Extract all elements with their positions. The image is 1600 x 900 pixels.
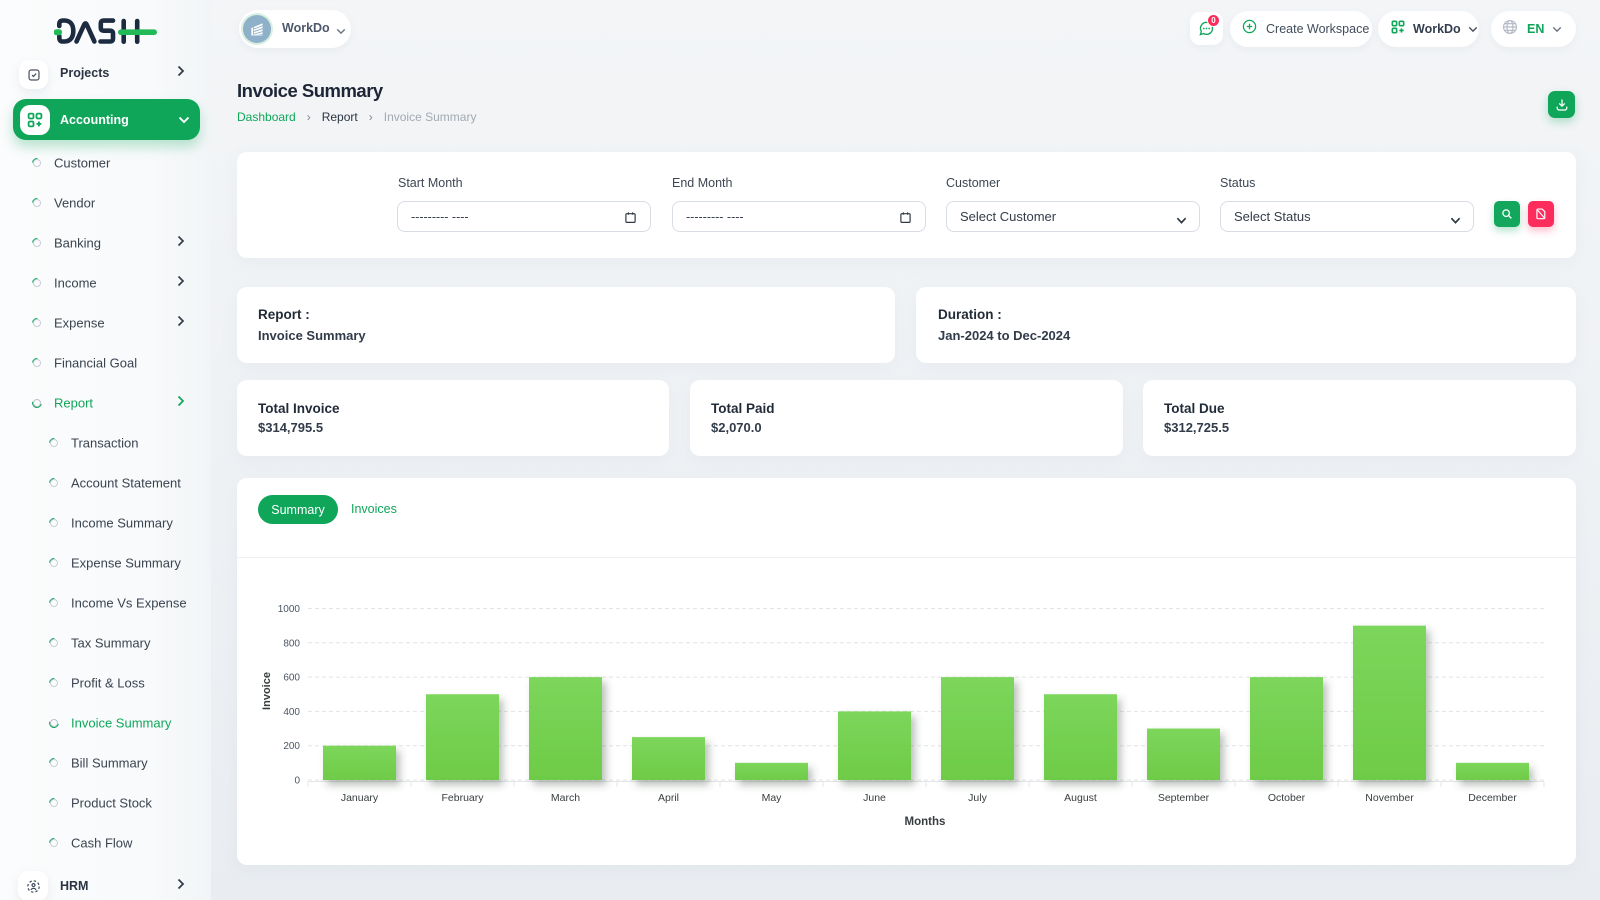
svg-text:May: May bbox=[762, 792, 783, 804]
svg-text:800: 800 bbox=[283, 638, 300, 649]
svg-text:July: July bbox=[968, 792, 987, 804]
svg-text:January: January bbox=[341, 792, 379, 804]
svg-text:200: 200 bbox=[283, 741, 300, 752]
svg-text:November: November bbox=[1365, 792, 1414, 804]
svg-text:June: June bbox=[863, 792, 886, 804]
svg-text:Months: Months bbox=[905, 816, 946, 828]
svg-text:0: 0 bbox=[294, 776, 300, 787]
svg-text:600: 600 bbox=[283, 673, 300, 684]
svg-text:September: September bbox=[1158, 792, 1210, 804]
svg-text:1000: 1000 bbox=[278, 604, 301, 615]
svg-text:Invoice: Invoice bbox=[261, 672, 273, 710]
svg-text:December: December bbox=[1468, 792, 1517, 804]
svg-text:April: April bbox=[658, 792, 679, 804]
svg-text:March: March bbox=[551, 792, 580, 804]
svg-text:400: 400 bbox=[283, 707, 300, 718]
svg-text:August: August bbox=[1064, 792, 1097, 804]
svg-text:February: February bbox=[441, 792, 484, 804]
svg-text:October: October bbox=[1268, 792, 1306, 804]
